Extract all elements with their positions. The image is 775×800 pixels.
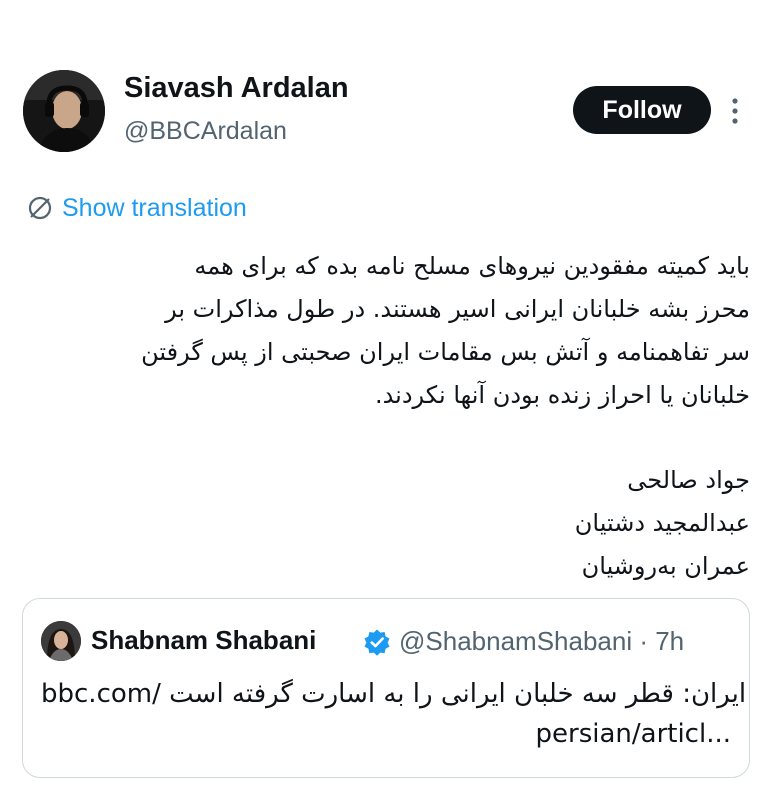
quoted-tweet-card[interactable]: Shabnam Shabani @ShabnamShabani · 7h bbc… bbox=[22, 598, 750, 778]
tweet-line: خلبانان یا احراز زنده بودن آنها نکردند. bbox=[374, 381, 750, 409]
quoted-handle-time[interactable]: @ShabnamShabani · 7h bbox=[399, 626, 684, 657]
quoted-author-name[interactable]: Shabnam Shabani bbox=[91, 625, 316, 656]
quoted-author-avatar[interactable] bbox=[41, 621, 81, 661]
top-edge-mark: ʼ bbox=[683, 0, 688, 14]
quoted-text: ایران: قطر سه خلبان ایرانی را به اسارت گ… bbox=[169, 679, 747, 709]
tweet-line: محرز بشه خلبانان ایرانی اسیر هستند. در ط… bbox=[165, 295, 750, 323]
names-list: جواد صالحی عبدالمجید دشتیان عمران به‌روش… bbox=[22, 459, 750, 588]
follow-button[interactable]: Follow bbox=[573, 86, 711, 134]
quoted-text-line-1: bbc.com/ ایران: قطر سه خلبان ایرانی را ب… bbox=[41, 679, 746, 709]
name-item: جواد صالحی bbox=[627, 466, 750, 494]
profile-photo-icon bbox=[23, 70, 105, 152]
verified-badge-icon bbox=[363, 628, 391, 656]
show-translation-label: Show translation bbox=[62, 193, 247, 222]
show-translation-link[interactable]: Show translation bbox=[27, 192, 247, 224]
quoted-link-start[interactable]: bbc.com/ bbox=[41, 679, 161, 709]
more-vertical-icon[interactable] bbox=[727, 95, 743, 127]
tweet-line: سر تفاهمنامه و آتش بس مقامات ایران صحبتی… bbox=[141, 338, 750, 366]
quoted-link-continuation[interactable]: persian/articl... bbox=[41, 719, 731, 749]
author-avatar[interactable] bbox=[23, 70, 105, 152]
name-item: عبدالمجید دشتیان bbox=[574, 509, 750, 537]
globe-translate-icon bbox=[28, 196, 52, 220]
profile-photo-icon bbox=[41, 621, 81, 661]
author-display-name[interactable]: Siavash Ardalan bbox=[124, 72, 349, 105]
tweet-line: باید کمیته مفقودین نیروهای مسلح نامه بده… bbox=[194, 252, 750, 280]
name-item: عمران به‌روشیان bbox=[581, 552, 750, 580]
tweet-text: باید کمیته مفقودین نیروهای مسلح نامه بده… bbox=[22, 245, 750, 417]
author-handle[interactable]: @BBCArdalan bbox=[124, 117, 287, 146]
